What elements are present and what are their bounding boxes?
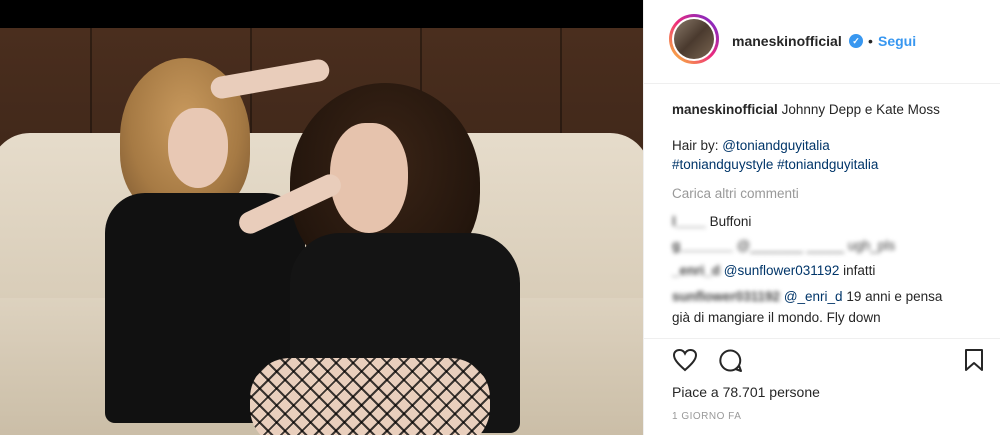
- hair-by-label: Hair by:: [672, 138, 719, 153]
- comment-username[interactable]: l____: [672, 214, 706, 229]
- comment-text: @_______ _____ ugh_pls: [736, 238, 896, 253]
- comment-icon[interactable]: [718, 348, 743, 378]
- post-header: maneskinofficial ✓ • Segui: [644, 0, 1000, 84]
- caption-username[interactable]: maneskinofficial: [672, 102, 778, 117]
- comment-username[interactable]: g_______: [672, 238, 733, 253]
- avatar[interactable]: [669, 14, 719, 64]
- comment-username[interactable]: _enri_d: [672, 263, 720, 278]
- comment: l____ Buffoni: [672, 212, 751, 231]
- comment: sunflower031192 @_enri_d 19 anni e pensa: [672, 287, 942, 306]
- comment-mention[interactable]: @_enri_d: [784, 289, 843, 304]
- heart-icon[interactable]: [672, 348, 698, 377]
- man-face: [330, 123, 408, 233]
- likes-count[interactable]: Piace a 78.701 persone: [672, 384, 820, 400]
- bookmark-icon[interactable]: [964, 348, 984, 377]
- username-link[interactable]: maneskinofficial: [732, 33, 842, 49]
- post-side-panel: maneskinofficial ✓ • Segui maneskinoffic…: [643, 0, 1000, 435]
- fishnet-legs: [250, 358, 490, 435]
- post-timestamp[interactable]: 1 GIORNO FA: [672, 411, 741, 422]
- woman-face: [168, 108, 228, 188]
- comment: g_______ @_______ _____ ugh_pls: [672, 236, 895, 255]
- action-bar: [644, 338, 1000, 382]
- hair-credit: Hair by: @toniandguyitalia: [672, 136, 830, 155]
- comment-text: 19 anni e pensa: [846, 289, 943, 304]
- comment-mention[interactable]: @sunflower031192: [724, 263, 840, 278]
- comment-text: infatti: [843, 263, 876, 278]
- follow-button[interactable]: Segui: [878, 33, 916, 49]
- comment-username[interactable]: sunflower031192: [672, 289, 780, 304]
- comment: _enri_d @sunflower031192 infatti: [672, 261, 875, 280]
- post-photo[interactable]: [0, 28, 643, 435]
- hashtags[interactable]: #toniandguystyle #toniandguyitalia: [672, 155, 878, 174]
- comment-continuation: già di mangiare il mondo. Fly down: [672, 310, 881, 325]
- comment-text: Buffoni: [709, 214, 752, 229]
- verified-badge-icon: ✓: [849, 34, 863, 48]
- load-more-comments[interactable]: Carica altri commenti: [672, 184, 799, 203]
- separator-dot: •: [868, 33, 873, 49]
- caption: maneskinofficial Johnny Depp e Kate Moss: [672, 100, 940, 119]
- caption-text: Johnny Depp e Kate Moss: [781, 102, 940, 117]
- avatar-image: [674, 19, 714, 59]
- hair-by-mention[interactable]: @toniandguyitalia: [722, 138, 830, 153]
- woman-arm-raised: [209, 57, 331, 101]
